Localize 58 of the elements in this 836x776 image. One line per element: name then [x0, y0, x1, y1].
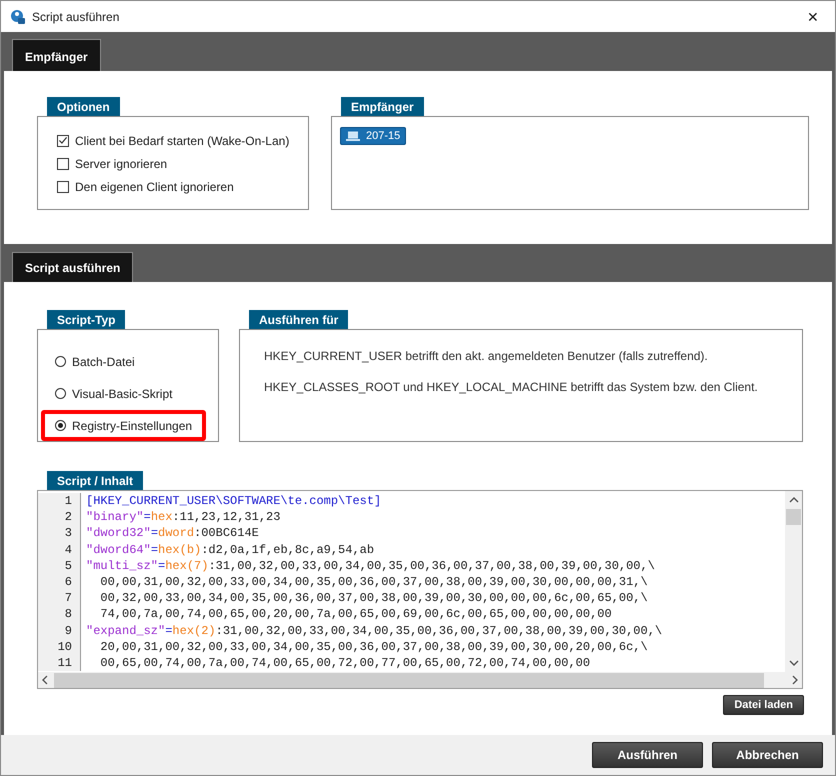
line-number: 9 — [38, 622, 81, 639]
checkbox-option[interactable]: Den eigenen Client ignorieren — [57, 178, 308, 195]
code-line: [HKEY_CURRENT_USER\SOFTWARE\te.comp\Test] — [85, 494, 382, 508]
dialog-button[interactable]: Abbrechen — [712, 742, 823, 768]
line-number: 2 — [38, 509, 81, 526]
info-text: HKEY_CURRENT_USER betrifft den akt. angemeldeten Benutzer (falls zutreffend). — [264, 349, 709, 363]
scroll-left-icon[interactable] — [42, 675, 48, 685]
code-line: 00,00,31,00,32,00,33,00,34,00,35,00,36,00,37,00,38,00,39,00,30,00,00,00,31,\ — [99, 575, 648, 590]
code-line: "dword64"=hex(b):d2,0a,1f,eb,8c,a9,54,ab — [85, 542, 374, 557]
section-tab[interactable]: Empfänger — [12, 39, 101, 71]
code-line: 74,00,7a,00,74,00,65,00,20,00,7a,00,65,00,69,00,6c,00,65,00,00,00,00,00 — [99, 607, 612, 622]
radio-button[interactable] — [55, 388, 66, 399]
window-title: Script ausführen — [32, 10, 120, 24]
scroll-up-icon[interactable] — [788, 497, 798, 503]
checkbox-option[interactable]: Client bei Bedarf starten (Wake-On-Lan) — [57, 132, 308, 149]
group-title: Script / Inhalt — [47, 471, 144, 490]
radio-option[interactable]: Batch-Datei — [41, 346, 149, 377]
radio-button[interactable] — [55, 420, 66, 431]
checkbox[interactable] — [57, 180, 69, 192]
dialog-button[interactable]: Ausführen — [592, 742, 703, 768]
code-line: "binary"=hex:11,23,12,31,23 — [85, 510, 280, 524]
line-number: 10 — [38, 638, 81, 655]
code-line: 00,32,00,33,00,34,00,35,00,36,00,37,00,38,00,39,00,30,00,00,00,6c,00,65,00,\ — [99, 591, 648, 606]
group-title: Script-Typ — [47, 310, 126, 329]
line-number: 7 — [38, 590, 81, 606]
code-line: "expand_sz"=hex(2):31,00,32,00,33,00,34,00,35,00,36,00,37,00,38,00,39,00,30,00,\ — [85, 624, 662, 638]
section-tab[interactable]: Script ausführen — [12, 252, 134, 282]
line-number: 3 — [38, 525, 81, 542]
checkbox-option[interactable]: Server ignorieren — [57, 155, 308, 172]
scroll-down-icon[interactable] — [788, 660, 798, 666]
line-number: 1 — [38, 493, 81, 510]
radio-option[interactable]: Visual-Basic-Skript — [41, 378, 186, 409]
scrollbar-thumb[interactable] — [786, 509, 801, 525]
close-button[interactable]: ✕ — [791, 8, 835, 24]
checkbox[interactable] — [57, 158, 69, 170]
info-text: HKEY_CLASSES_ROOT und HKEY_LOCAL_MACHINE betrifft das System bzw. den Client. — [264, 380, 759, 394]
scroll-right-icon[interactable] — [792, 675, 798, 685]
code-line: 00,65,00,74,00,7a,00,74,00,65,00,72,00,77,00,65,00,72,00,74,00,00,00 — [99, 656, 590, 670]
vertical-scrollbar[interactable] — [785, 491, 802, 672]
group-title: Optionen — [47, 97, 120, 116]
line-number: 8 — [38, 606, 81, 622]
group-title: Empfänger — [341, 97, 424, 116]
recipient-chip[interactable]: 207-15 — [340, 127, 406, 145]
laptop-icon — [346, 131, 360, 141]
line-number: 4 — [38, 542, 81, 558]
code-line: 20,00,31,00,32,00,33,00,34,00,35,00,36,00,37,00,38,00,39,00,30,00,20,00,6c,\ — [99, 640, 648, 654]
line-number: 11 — [38, 654, 81, 672]
code-editor[interactable] — [37, 490, 803, 689]
app-icon — [10, 8, 26, 24]
radio-button[interactable] — [55, 356, 66, 367]
group-title: Ausführen für — [249, 310, 348, 329]
checkbox[interactable] — [57, 134, 69, 146]
line-number: 5 — [38, 558, 81, 574]
load-file-button[interactable]: Datei laden — [723, 695, 804, 715]
code-line: "dword32"=dword:00BC614E — [85, 526, 259, 540]
code-line: "multi_sz"=hex(7):31,00,32,00,33,00,34,00,35,00,36,00,37,00,38,00,39,00,30,00,\ — [85, 558, 655, 573]
radio-option[interactable]: Registry-Einstellungen — [41, 410, 206, 441]
line-number: 6 — [38, 574, 81, 590]
